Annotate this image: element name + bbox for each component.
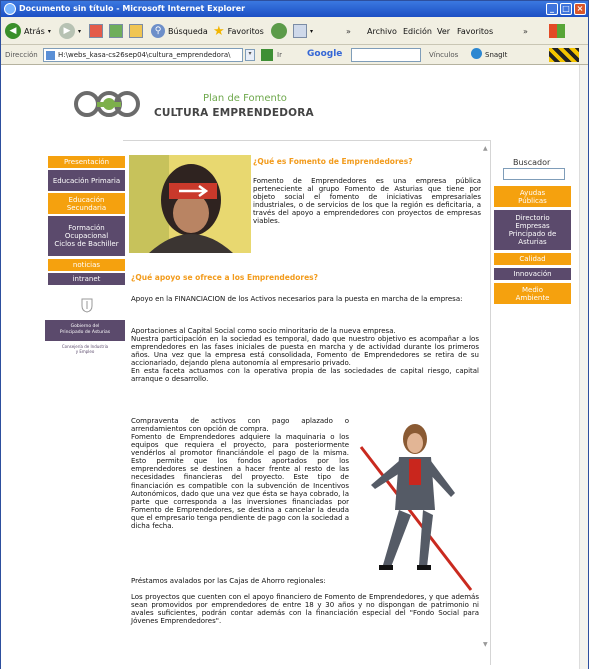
paragraph-compraventa: Compraventa de activos con pago aplazado… [131,417,349,434]
minimize-button[interactable]: _ [546,3,558,15]
back-arrow-icon: ◀ [5,23,21,39]
search-icon: ⚲ [151,24,165,38]
nav-presentacion[interactable]: Presentación [48,156,125,168]
frame-top-border [123,140,491,141]
frame-scroll-up-icon[interactable]: ▲ [483,145,488,152]
url-field[interactable]: H:\webs_kasa-cs26sep04\cultura_emprended… [43,48,243,62]
media-button[interactable] [271,22,287,40]
paragraph-capital: Aportaciones al Capital Social como soci… [131,327,396,335]
nav-directorio-empresas[interactable]: Directorio Empresas Principado de Asturi… [494,210,571,250]
browser-window: Documento sin título - Microsoft Interne… [0,0,589,669]
buscador-label: Buscador [513,158,551,167]
nav-intranet[interactable]: intranet [48,273,125,285]
home-button[interactable] [129,22,143,40]
paragraph-maquinaria: Fomento de Emprendedores adquiere la maq… [131,433,349,531]
paragraph-financing: Apoyo en la FINANCIACION de los Activos … [131,295,463,303]
nav-medio-ambiente[interactable]: Medio Ambiente [494,283,571,304]
paragraph-capital-riesgo: En esta faceta actuamos con la operativa… [131,367,479,384]
close-button[interactable]: × [574,3,586,15]
dropdown-arrow-icon[interactable]: ▾ [78,28,81,35]
history-button[interactable]: ▾ [293,22,313,40]
stop-button[interactable] [89,22,103,40]
nav-formacion-ocupacional[interactable]: Formación Ocupacional Ciclos de Bachille… [48,216,125,256]
maximize-button[interactable]: □ [560,3,572,15]
home-icon [129,24,143,38]
person-with-sign-photo [129,155,251,253]
paragraph-participation: Nuestra participación en la sociedad es … [131,335,479,368]
menu-favorites[interactable]: Favoritos [457,22,493,40]
gobierno-link[interactable]: Gobierno del Principado de Asturias [45,320,125,341]
star-icon: ★ [213,23,225,39]
chevron-icon[interactable]: » [523,22,528,40]
question-support: ¿Qué apoyo se ofrece a los Emprendedores… [131,273,318,282]
nav-noticias[interactable]: noticias [48,259,125,271]
brand-title: CULTURA EMPRENDEDORA [154,107,314,119]
page-scrollbar[interactable] [579,65,588,669]
toolbar-decoration [549,48,579,62]
woman-balancing-photo [353,415,479,600]
cultura-emprendedora-logo-icon [74,91,140,117]
history-icon [293,24,307,38]
snagit-button[interactable]: SnagIt [485,51,507,59]
question-what-is: ¿Qué es Fomento de Emprendedores? [253,157,413,166]
consejeria-text: Consejería de Industria y Empleo [45,344,125,354]
coat-of-arms-icon [81,298,93,313]
nav-educacion-secundaria[interactable]: Educación Secundaria [48,193,125,214]
paragraph-prestamos: Préstamos avalados por las Cajas de Ahor… [131,577,326,585]
dropdown-arrow-icon[interactable]: ▾ [48,28,51,35]
nav-calidad[interactable]: Calidad [494,253,571,265]
vinculos-label: Vínculos [429,51,459,59]
menu-view[interactable]: Ver [437,22,450,40]
go-icon[interactable] [261,49,273,61]
frame-right-border [490,140,491,665]
back-label: Atrás [24,26,45,36]
forward-arrow-icon: ▶ [59,23,75,39]
paragraph-what-is: Fomento de Emprendedores es una empresa … [253,177,481,226]
refresh-icon [109,24,123,38]
plan-title: Plan de Fomento [203,93,287,104]
frame-scroll-down-icon[interactable]: ▼ [483,641,488,648]
paragraph-fondo-social: Los proyectos que cuenten con el apoyo f… [131,593,479,626]
consejeria-line2: y Empleo [75,349,95,354]
search-button[interactable]: ⚲ Búsqueda [151,22,208,40]
google-toolbar-logo[interactable]: Google [307,49,342,59]
go-button[interactable]: Ir [277,51,282,59]
ie-logo-icon [4,3,16,15]
menu-edit[interactable]: Edición [403,22,432,40]
nav-ayudas-publicas[interactable]: Ayudas Públicas [494,186,571,207]
window-title: Documento sin título - Microsoft Interne… [19,4,246,13]
nav-educacion-primaria[interactable]: Educación Primaria [48,170,125,191]
buscador-input[interactable] [503,168,565,180]
url-dropdown-icon[interactable]: ▾ [245,49,255,61]
standard-toolbar: ◀ Atrás ▾ ▶ ▾ ⚲ Búsqueda ★ Favoritos ▾ »… [1,17,588,45]
windows-logo-icon [549,22,565,40]
stop-icon [89,24,103,38]
google-search-input[interactable] [351,48,421,62]
chevron-icon[interactable]: » [346,22,351,40]
favorites-button[interactable]: ★ Favoritos [213,22,264,40]
menu-file[interactable]: Archivo [367,22,397,40]
media-icon [271,23,287,39]
back-button[interactable]: ◀ Atrás ▾ [5,22,51,40]
search-label: Búsqueda [168,26,208,36]
web-page: Plan de Fomento CULTURA EMPRENDEDORA ▲ ▼… [1,65,588,669]
address-label: Dirección [5,51,38,59]
url-text: H:\webs_kasa-cs26sep04\cultura_emprended… [58,51,231,59]
window-controls: _ □ × [546,3,586,15]
snagit-icon [471,48,482,59]
nav-innovacion[interactable]: Innovación [494,268,571,280]
refresh-button[interactable] [109,22,123,40]
dropdown-arrow-icon[interactable]: ▾ [310,28,313,35]
address-bar: Dirección H:\webs_kasa-cs26sep04\cultura… [1,45,588,65]
favorites-label: Favoritos [227,26,264,36]
gobierno-line2: Principado de Asturias [59,329,111,335]
forward-button[interactable]: ▶ ▾ [59,22,81,40]
title-bar: Documento sin título - Microsoft Interne… [1,1,588,17]
